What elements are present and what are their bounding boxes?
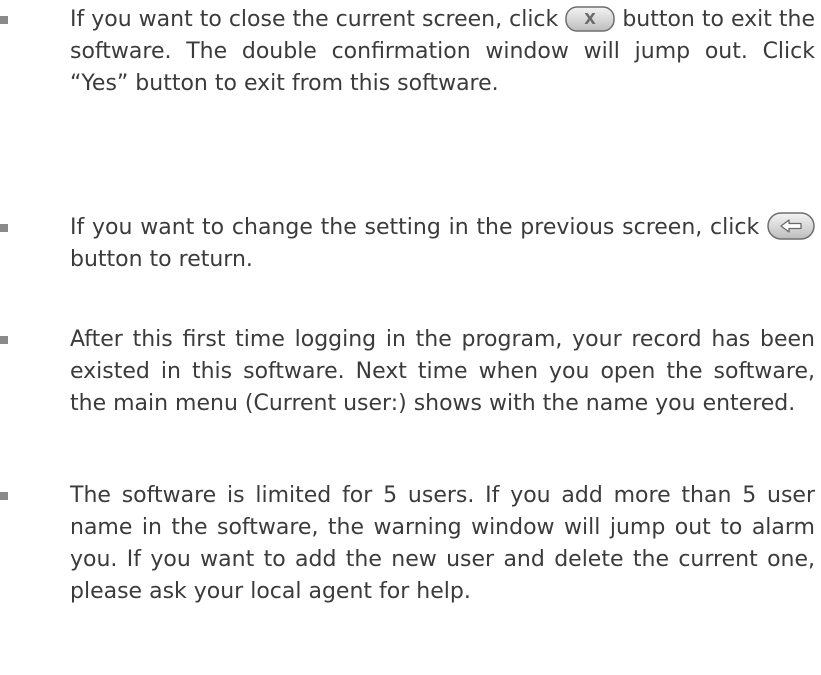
bullet-marker xyxy=(0,492,8,500)
paragraph-text: After this first time logging in the pro… xyxy=(70,327,815,416)
bullet-marker xyxy=(0,224,8,232)
paragraph: If you want to change the setting in the… xyxy=(70,212,815,276)
svg-text:X: X xyxy=(585,10,597,28)
paragraph-text: The software is limited for 5 users. If … xyxy=(70,483,815,604)
bullet-marker xyxy=(0,336,8,344)
paragraph-text-before-icon: If you want to change the setting in the… xyxy=(70,215,760,240)
bullet-marker xyxy=(0,16,8,24)
paragraph: If you want to close the current screen,… xyxy=(70,4,815,100)
back-arrow-button-icon xyxy=(767,212,815,240)
paragraph-text-after-icon: button to return. xyxy=(70,247,253,272)
close-x-button-icon: X xyxy=(565,6,616,32)
document-page: If you want to close the current screen,… xyxy=(0,0,821,675)
paragraph-text-before-icon: If you want to close the current screen,… xyxy=(70,7,559,32)
